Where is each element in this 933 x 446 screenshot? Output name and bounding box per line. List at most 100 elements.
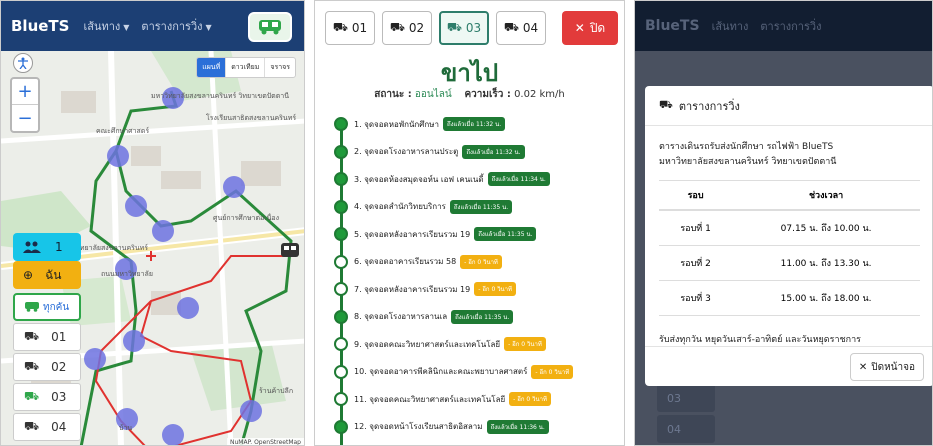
stop-item[interactable]: 7. จุดจอดหลังอาคารเรียนรวม 19- อีก 0 วิน…	[331, 278, 516, 300]
navbar: BlueTS เส้นทาง ▼ ตารางการวิ่ง ▼	[1, 1, 304, 51]
schedule-note: รับส่งทุกวัน หยุดวันเสาร์-อาทิตย์ และวัน…	[659, 335, 861, 345]
passenger-count: 1	[55, 240, 63, 254]
modal-title: ตารางการวิ่ง	[678, 99, 740, 113]
stop-dot-icon	[334, 419, 348, 434]
close-icon: ✕	[574, 21, 585, 35]
stop-item[interactable]: 6. จุดจอดอาคารเรียนรวม 58- อีก 0 วินาที	[331, 251, 502, 273]
stop-dot-icon	[334, 227, 348, 241]
column-header: รอบ	[659, 180, 733, 211]
route-button-01[interactable]: ⛟ 01	[13, 323, 81, 351]
stop-status-badge: ถึงแล้วเมื่อ 11:35 น.	[474, 227, 537, 241]
table-cell: 15.00 น. ถึง 18.00 น.	[732, 280, 920, 316]
nav-schedule-label: ตารางการวิ่ง	[141, 20, 203, 33]
close-modal-button[interactable]: ✕ ปิดหน้าจอ	[849, 353, 924, 381]
route-tabs: ⛟ 01 ⛟ 02 ⛟ 03 ⛟ 04	[325, 11, 553, 45]
stop-dot-icon	[334, 144, 348, 159]
tab-traffic[interactable]: จราจร	[264, 58, 295, 77]
bus-icon: ⛟	[446, 20, 462, 34]
stop-item[interactable]: 12. จุดจอดหน้าโรงเรียนสาธิตอิสลาม ถึงแล้ว…	[331, 416, 549, 438]
route-label: 02	[51, 360, 67, 374]
modal-footer: ✕ ปิดหน้าจอ	[645, 346, 932, 386]
map-label: วิทยาลัยสงขลานครินทร์	[76, 244, 149, 252]
stop-item[interactable]: 3. จุดจอดห้องสมุดจอห์น เอฟ เคนเนดี้ ถึงแล…	[331, 168, 550, 190]
stop-status-badge: ถึงแล้วเมื่อ 11:36 น.	[486, 419, 549, 434]
zoom-in-button[interactable]: +	[12, 79, 38, 105]
passenger-count-button[interactable]: 1	[13, 233, 81, 261]
schedule-modal: ⛟ ตารางการวิ่ง ตารางเดินรถรับส่งนักศึกษา…	[645, 86, 932, 386]
stop-item[interactable]: 8. จุดจอดโรงอาหารลานเล ถึงแล้วเมื่อ 11:35…	[331, 306, 514, 328]
tab-map[interactable]: แผนที่	[197, 58, 226, 77]
tab-route-01[interactable]: ⛟ 01	[325, 11, 375, 45]
route-button-04[interactable]: ⛟ 04	[13, 413, 81, 441]
stop-dot-icon	[334, 282, 348, 296]
stop-name: 12. จุดจอดหน้าโรงเรียนสาธิตอิสลาม	[354, 422, 483, 431]
status-value: ออนไลน์	[414, 89, 452, 100]
bus-toggle-button[interactable]	[248, 12, 292, 42]
close-icon: ✕	[858, 361, 868, 373]
stop-dot-icon	[334, 117, 348, 131]
stop-dot-icon	[334, 254, 348, 269]
bus-icon: ⛟	[24, 419, 40, 433]
map-screen: BlueTS เส้นทาง ▼ ตารางการวิ่ง ▼ มหาวิทยา…	[0, 0, 305, 446]
tab-route-04[interactable]: ⛟ 04	[496, 11, 546, 45]
stop-name: 2. จุดจอดโรงอาหารลานประตู	[354, 147, 459, 156]
close-modal-label: ปิดหน้าจอ	[871, 361, 915, 373]
tab-route-02[interactable]: ⛟ 02	[382, 11, 432, 45]
stop-name: 6. จุดจอดอาคารเรียนรวม 58	[354, 257, 457, 266]
stop-item[interactable]: 4. จุดจอดสำนักวิทยบริการ ถึงแล้วเมื่อ 11:…	[331, 196, 513, 218]
table-cell: รอบที่ 3	[659, 280, 733, 316]
speed-label: ความเร็ว :	[464, 89, 511, 100]
stop-status-badge: - อีก 0 วินาที	[474, 282, 516, 296]
nav-schedule[interactable]: ตารางการวิ่ง ▼	[141, 17, 211, 35]
map-attribution[interactable]: NuMAP. OpenStreetMap	[227, 438, 304, 445]
bus-icon: ⛟	[24, 359, 40, 373]
accessibility-icon[interactable]	[13, 53, 33, 73]
stop-name: 11. จุดจอดคณะวิทยาศาสตร์และเทคโนโลยี	[354, 394, 506, 404]
stop-dot-icon	[334, 199, 348, 214]
stop-name: 10. จุดจอดอาคารพีคลินิกและคณะพยาบาลศาสตร…	[354, 367, 528, 376]
route-button-02[interactable]: ⛟ 02	[13, 353, 81, 381]
nav-routes[interactable]: เส้นทาง ▼	[83, 17, 129, 35]
stop-status-badge: ถึงแล้วเมื่อ 11:32 น.	[442, 117, 506, 131]
stop-status-badge: ถึงแล้วเมื่อ 11:35 น.	[451, 309, 514, 324]
close-button[interactable]: ✕ ปิด	[562, 11, 618, 45]
status-label: สถานะ :	[374, 89, 412, 100]
route-button-03[interactable]: ⛟ 03	[13, 383, 81, 411]
close-label: ปิด	[589, 20, 606, 35]
stop-name: 4. จุดจอดสำนักวิทยบริการ	[354, 202, 446, 211]
table-cell: 11.00 น. ถึง 13.30 น.	[732, 245, 920, 281]
bus-icon: ⛟	[332, 20, 348, 34]
stop-dot-icon	[334, 364, 348, 379]
description-line: มหาวิทยาลัยสงขลานครินทร์ วิทยาเขตปัตตานี	[659, 157, 837, 167]
table-cell: รอบที่ 2	[659, 245, 733, 281]
nav-routes-label: เส้นทาง	[83, 20, 121, 33]
schedule-table: รอบ ช่วงเวลา รอบที่ 1 07.15 น. ถึง 10.00 …	[659, 180, 920, 316]
all-buses-button[interactable]: ทุกคัน	[13, 293, 81, 321]
zoom-control: + −	[10, 77, 40, 133]
tab-route-03[interactable]: ⛟ 03	[439, 11, 489, 45]
table-cell: 07.15 น. ถึง 10.00 น.	[732, 210, 920, 246]
route-label: 03	[667, 391, 681, 405]
locate-me-button[interactable]: ⊕ ฉัน	[13, 261, 81, 289]
stop-status-badge: ถึงแล้วเมื่อ 11:35 น.	[449, 199, 513, 214]
brand-logo[interactable]: BlueTS	[11, 17, 69, 35]
stop-item[interactable]: 10. จุดจอดอาคารพีคลินิกและคณะพยาบาลศาสตร…	[331, 361, 574, 383]
nav-schedule: ตารางการวิ่ง	[760, 20, 822, 33]
stop-item[interactable]: 2. จุดจอดโรงอาหารลานประตู ถึงแล้วเมื่อ 11…	[331, 141, 525, 163]
zoom-out-button[interactable]: −	[12, 105, 38, 131]
tab-label: 01	[351, 21, 368, 35]
stop-item[interactable]: 11. จุดจอดคณะวิทยาศาสตร์และเทคโนโลยี - อี…	[331, 388, 551, 410]
modal-body: ตารางเดินรถรับส่งนักศึกษา รถไฟฟ้า BlueTS…	[645, 126, 932, 346]
bus-icon: ⛟	[24, 329, 40, 343]
tab-satellite[interactable]: ดาวเทียม	[225, 58, 264, 77]
stop-item[interactable]: 1. จุดจอดหอพักนักศึกษา ถึงแล้วเมื่อ 11:32…	[331, 113, 506, 135]
stop-item[interactable]: 9. จุดจอดคณะวิทยาศาสตร์และเทคโนโลยี - อีก…	[331, 333, 546, 355]
stop-status-badge: - อีก 0 วินาที	[460, 254, 502, 269]
route-label: 04	[51, 420, 67, 434]
stop-item[interactable]: 5. จุดจอดหลังอาคารเรียนรวม 19 ถึงแล้วเมื่…	[331, 223, 537, 245]
route-button-03: 03	[657, 384, 715, 412]
map-label: ศูนย์การศึกษาต่อเนื่อง	[213, 214, 280, 222]
stop-name: 8. จุดจอดโรงอาหารลานเล	[354, 312, 448, 321]
stop-dot-icon	[334, 172, 348, 186]
navbar-dimmed: BlueTS เส้นทาง ตารางการวิ่ง	[635, 1, 932, 51]
